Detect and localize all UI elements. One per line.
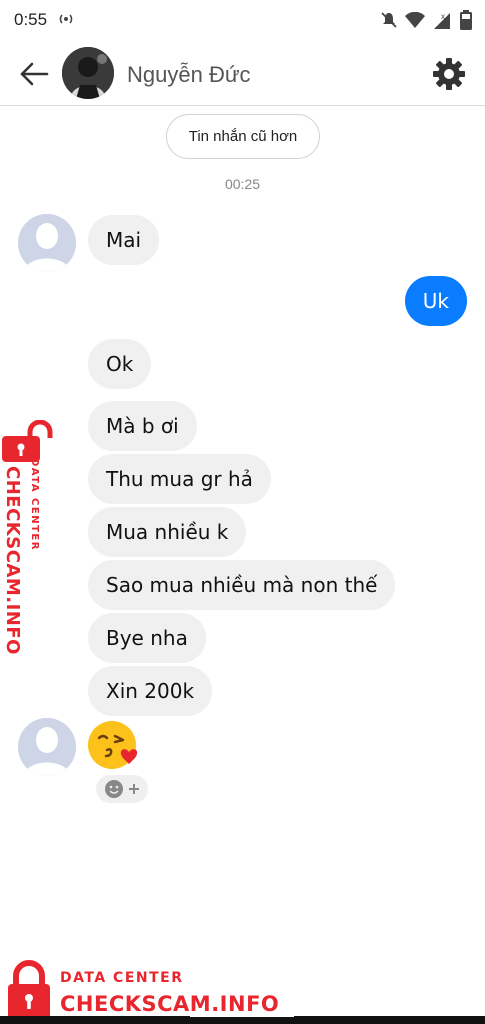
- watermark-checkscam: CHECKSCAM.INFO: [60, 992, 280, 1016]
- default-avatar-icon: [18, 718, 76, 776]
- profile-photo-icon: [62, 47, 114, 99]
- message-bubble-incoming[interactable]: Thu mua gr hả: [88, 454, 271, 504]
- plus-icon: [129, 784, 139, 794]
- gear-icon: [433, 58, 465, 90]
- message-timestamp: 00:25: [224, 176, 261, 192]
- message-bubble-incoming[interactable]: Bye nha: [88, 613, 206, 663]
- battery-icon: [460, 10, 472, 30]
- message-bubble-incoming[interactable]: Mua nhiều k: [88, 507, 247, 557]
- watermark-data-center: DATA CENTER: [29, 458, 40, 551]
- status-bar: 0:55 x: [0, 0, 485, 40]
- message-bubble-incoming[interactable]: Sao mua nhiều mà non thế: [88, 560, 396, 610]
- message-bubble-incoming[interactable]: Mà b ơi: [88, 401, 197, 451]
- watermark-data-center: DATA CENTER: [60, 970, 184, 986]
- home-indicator[interactable]: [190, 1015, 294, 1017]
- lock-icon: [8, 960, 50, 1020]
- chat-header: Nguyễn Đức: [0, 40, 485, 106]
- back-button[interactable]: [14, 54, 54, 94]
- signal-icon: x: [434, 12, 450, 29]
- settings-button[interactable]: [431, 56, 467, 92]
- svg-text:x: x: [441, 12, 445, 21]
- message-bubble-outgoing[interactable]: Uk: [404, 276, 467, 326]
- status-icons: x: [380, 9, 473, 31]
- navigation-bar: [0, 1016, 485, 1024]
- add-reaction-button[interactable]: [96, 775, 148, 803]
- message-bubble-incoming[interactable]: Xin 200k: [88, 666, 213, 716]
- message-bubble-incoming[interactable]: Ok: [88, 339, 152, 389]
- sender-avatar[interactable]: [18, 718, 76, 776]
- older-messages-button[interactable]: Tin nhắn cũ hơn: [166, 114, 320, 159]
- hotspot-icon: [59, 14, 73, 24]
- lock-icon: [2, 420, 53, 462]
- wifi-icon: [405, 12, 425, 28]
- smiley-icon: [105, 780, 123, 798]
- watermark-side: DATA CENTER CHECKSCAM.INFO: [0, 420, 56, 660]
- kissing-heart-emoji[interactable]: [87, 718, 141, 772]
- status-time: 0:55: [14, 10, 48, 29]
- message-bubble-incoming[interactable]: Mai: [88, 215, 160, 265]
- contact-avatar[interactable]: [62, 47, 114, 99]
- back-arrow-icon: [20, 62, 49, 86]
- sender-avatar[interactable]: [18, 214, 76, 272]
- silent-icon: [381, 12, 397, 28]
- watermark-checkscam: CHECKSCAM.INFO: [2, 466, 23, 655]
- default-avatar-icon: [18, 214, 76, 272]
- contact-name[interactable]: Nguyễn Đức: [127, 62, 251, 88]
